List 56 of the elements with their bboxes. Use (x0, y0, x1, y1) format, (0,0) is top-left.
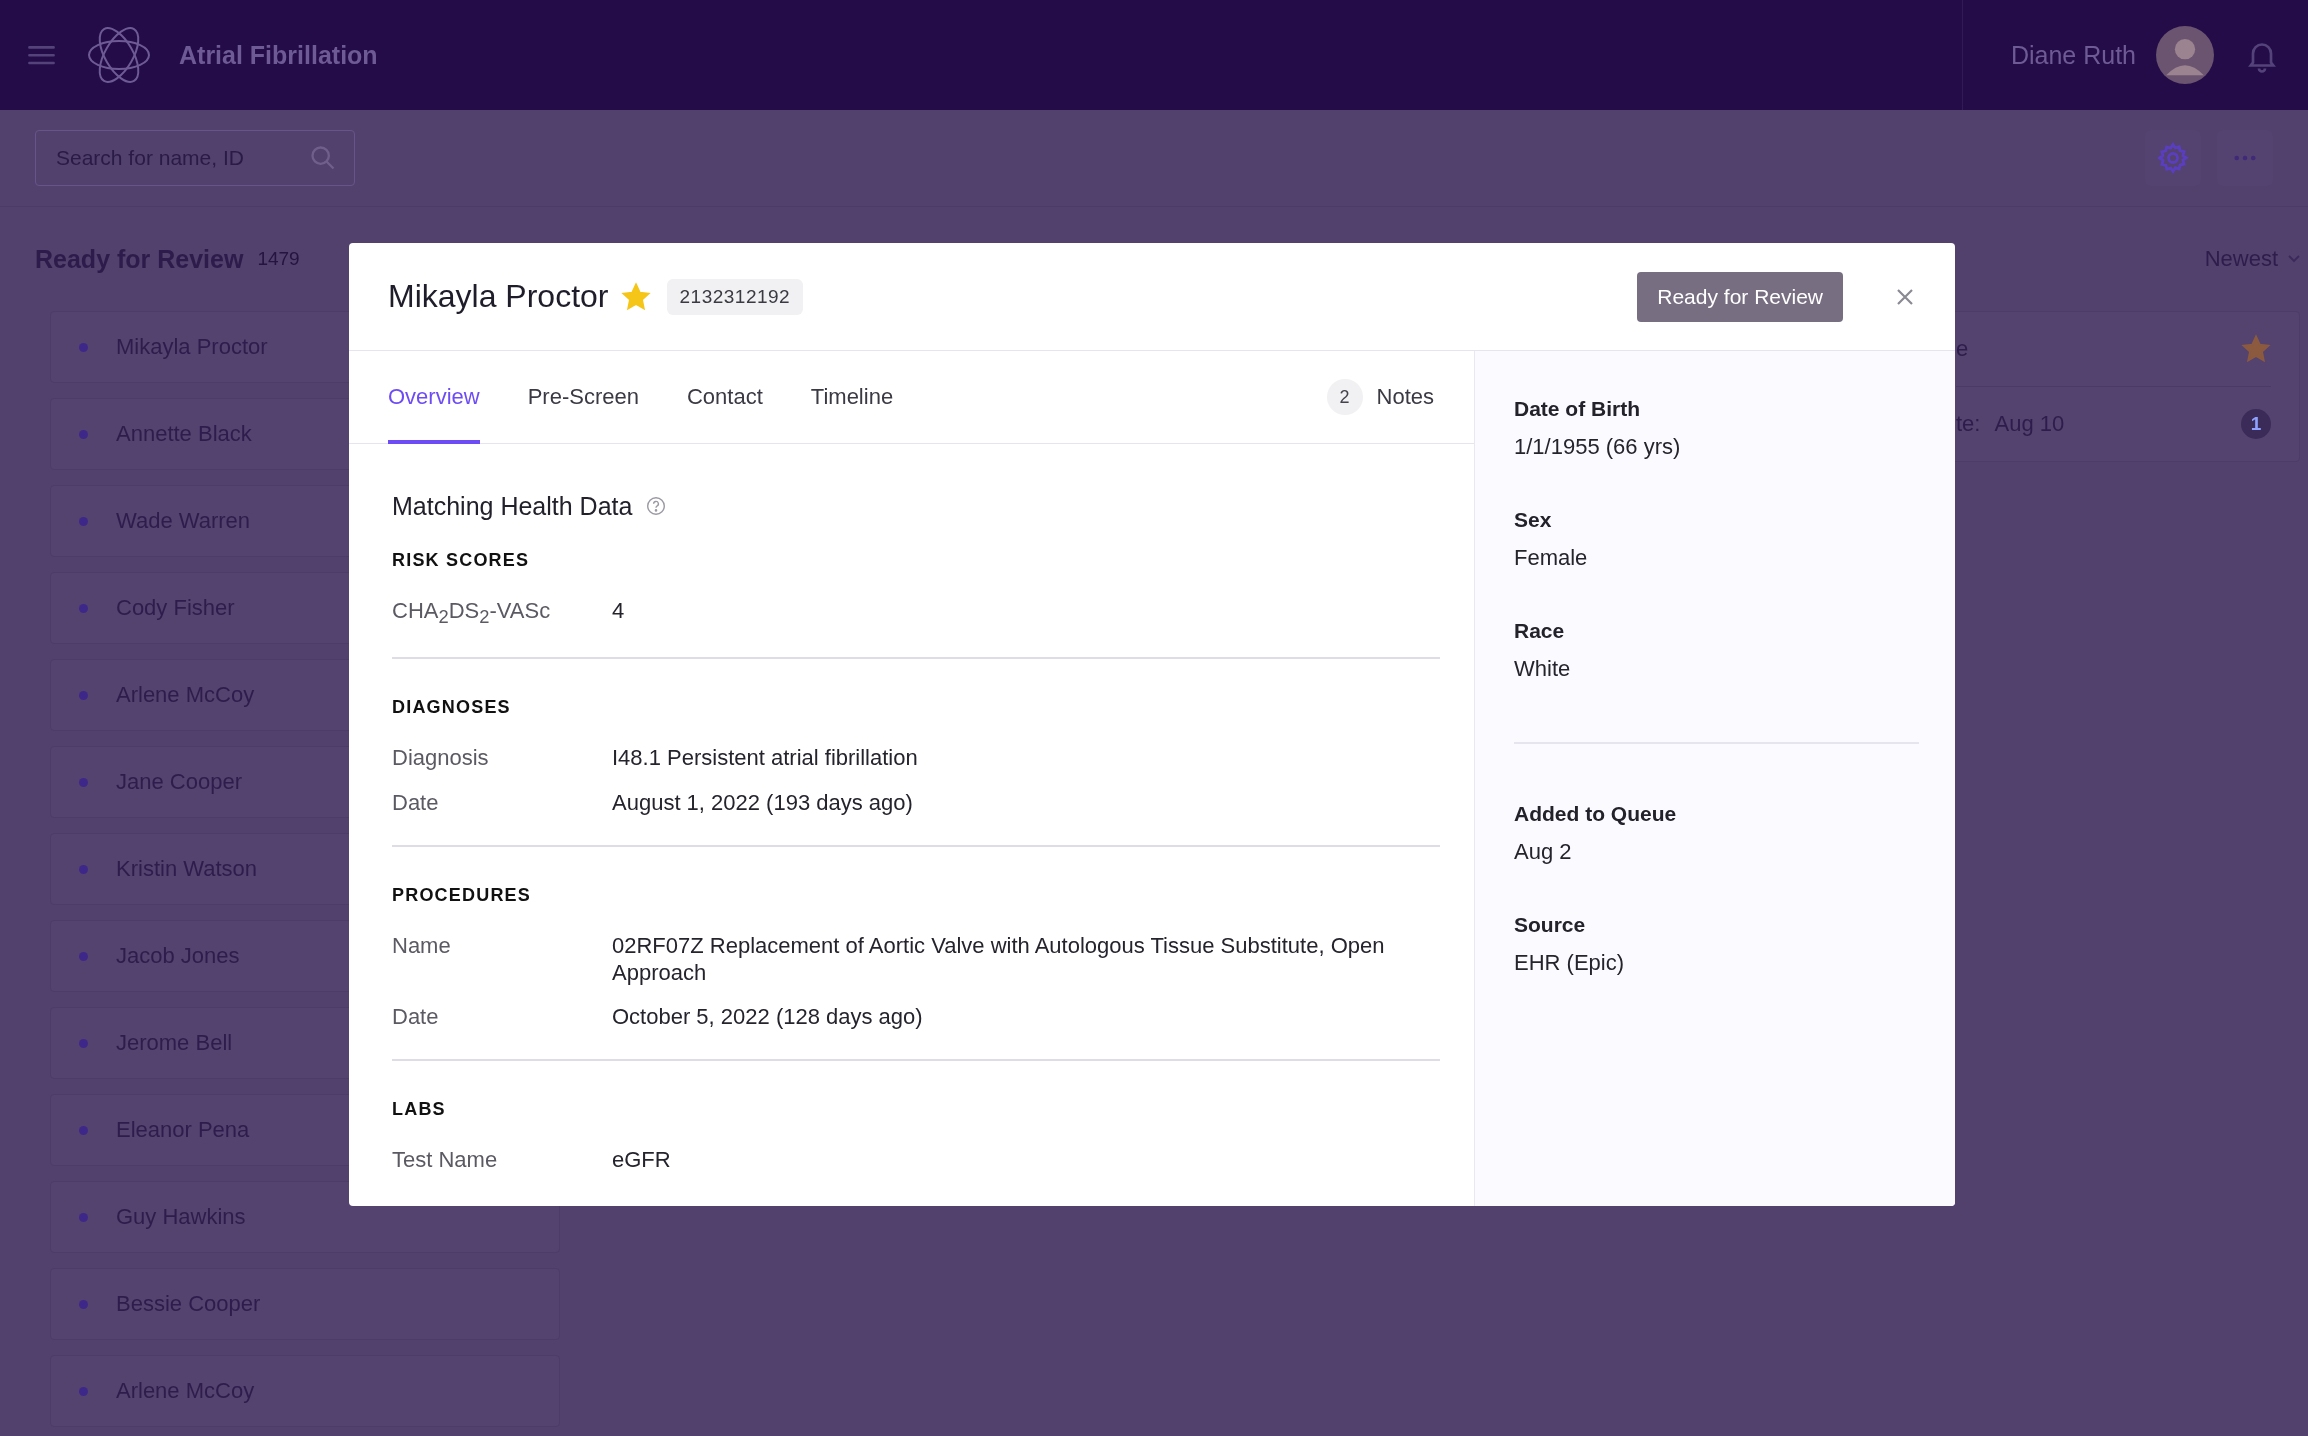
field-label: Date (392, 789, 440, 817)
detail-value: White (1514, 656, 1572, 682)
user-name: Diane Ruth (2010, 40, 2136, 70)
status-dot (79, 342, 88, 352)
status-dot (79, 951, 88, 961)
field-value: August 1, 2022 (193 days ago) (612, 789, 913, 817)
field-value: 4 (612, 598, 625, 625)
help-icon[interactable] (646, 496, 667, 516)
section-label: DIAGNOSES (392, 697, 512, 719)
star-icon[interactable] (620, 281, 651, 312)
field-label: Diagnosis (392, 745, 490, 772)
status-dot (79, 777, 88, 787)
status-dot (79, 603, 88, 613)
status-dot (79, 1125, 88, 1135)
section-label: PROCEDURES (392, 885, 533, 907)
status-dot (79, 1212, 88, 1222)
tab[interactable]: Overview (388, 350, 480, 444)
close-icon[interactable] (1895, 286, 1915, 307)
detail-value: 1/1/1955 (66 yrs) (1514, 434, 1682, 460)
menu-icon[interactable] (28, 45, 55, 65)
star-icon[interactable] (2241, 334, 2271, 364)
notes-link[interactable]: Notes (1376, 384, 1434, 410)
field-value: 02RF07Z Replacement of Aortic Valve with Autologous Tissue Substitute, Open Approach (612, 933, 1386, 986)
section-label: LABS (392, 1099, 447, 1121)
search-icon[interactable] (309, 144, 337, 172)
detail-label: Source (1514, 913, 1587, 937)
detail-label: Race (1514, 619, 1566, 643)
status-dot (79, 516, 88, 526)
settings-icon (2156, 141, 2190, 175)
status-button[interactable]: Ready for Review (1637, 271, 1843, 322)
status-dot (79, 1299, 88, 1309)
app-title: Atrial Fibrillation (179, 40, 378, 70)
status-dot (79, 1386, 88, 1396)
detail-value: Female (1514, 545, 1589, 571)
field-label: Name (392, 933, 452, 960)
detail-value: Aug 2 (1514, 839, 1573, 865)
avatar-icon[interactable] (2156, 26, 2214, 84)
detail-value: EHR (Epic) (1514, 950, 1625, 976)
count-badge: 1 (2241, 409, 2271, 439)
chevron-down-icon (2288, 255, 2300, 263)
field-value: eGFR (612, 1147, 671, 1174)
detail-label: Added to Queue (1514, 802, 1678, 826)
status-dot (79, 429, 88, 439)
more-icon (2234, 155, 2256, 161)
notes-count-badge: 2 (1326, 379, 1363, 415)
status-dot (79, 690, 88, 700)
field-label: CHA$_{2}$DS$_{2}$-VASc (392, 598, 552, 629)
field-value: October 5, 2022 (128 days ago) (612, 1003, 923, 1031)
patient-id-badge: 2132312192 (666, 278, 804, 315)
detail-label: Sex (1514, 508, 1553, 532)
tab[interactable]: Timeline (810, 350, 894, 444)
field-value: I48.1 Persistent atrial fibrillation (612, 745, 918, 772)
detail-label: Date of Birth (1514, 397, 1641, 421)
tab[interactable]: Contact (686, 350, 763, 444)
status-dot (79, 864, 88, 874)
status-dot (79, 1038, 88, 1048)
